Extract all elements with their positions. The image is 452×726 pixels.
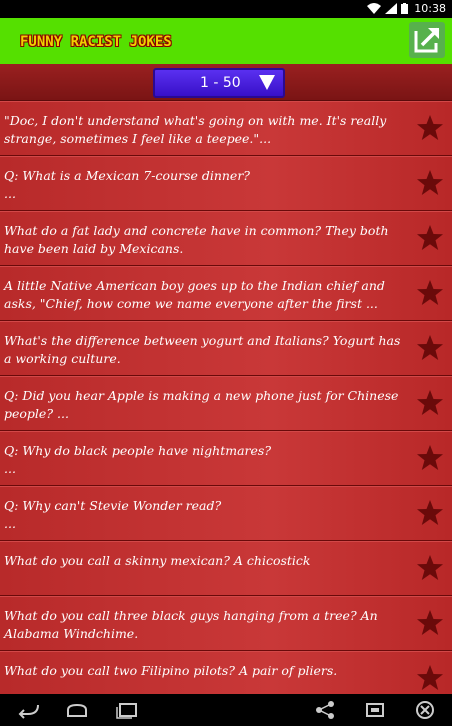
- cellular-icon: [385, 3, 397, 14]
- navigation-bar: [0, 694, 452, 726]
- joke-row[interactable]: Q: Did you hear Apple is making a new ph…: [0, 376, 452, 431]
- wifi-icon: [367, 3, 381, 14]
- star-icon[interactable]: [416, 279, 444, 307]
- joke-text: Q: What is a Mexican 7-course dinner? ..…: [4, 168, 251, 201]
- star-icon[interactable]: [416, 554, 444, 582]
- status-bar: 10:38: [0, 0, 452, 18]
- joke-text: "Doc, I don't understand what's going on…: [4, 113, 387, 146]
- star-icon[interactable]: [416, 389, 444, 417]
- joke-row[interactable]: What do you call two Filipino pilots? A …: [0, 651, 452, 694]
- joke-row[interactable]: Q: Why do black people have nightmares? …: [0, 431, 452, 486]
- joke-text: What do you call three black guys hangin…: [4, 608, 378, 641]
- joke-text: What's the difference between yogurt and…: [4, 333, 401, 366]
- joke-text: Q: Did you hear Apple is making a new ph…: [4, 388, 399, 421]
- joke-row[interactable]: What do you call a skinny mexican? A chi…: [0, 541, 452, 596]
- dropdown-arrow-icon: [259, 75, 275, 90]
- battery-icon: [401, 3, 408, 14]
- app-bar: FUNNY RACIST JOKES: [0, 18, 452, 64]
- joke-row[interactable]: Q: What is a Mexican 7-course dinner? ..…: [0, 156, 452, 211]
- star-icon[interactable]: [416, 224, 444, 252]
- recent-apps-icon[interactable]: [114, 700, 140, 720]
- joke-text: A little Native American boy goes up to …: [4, 278, 385, 311]
- app-title: FUNNY RACIST JOKES: [20, 34, 172, 50]
- star-icon[interactable]: [416, 664, 444, 692]
- joke-list: "Doc, I don't understand what's going on…: [0, 101, 452, 694]
- joke-row[interactable]: A little Native American boy goes up to …: [0, 266, 452, 321]
- status-time: 10:38: [414, 2, 446, 15]
- joke-row[interactable]: What's the difference between yogurt and…: [0, 321, 452, 376]
- signal-icons: [367, 3, 408, 14]
- joke-list-screen: 1 - 50 "Doc, I don't understand what's g…: [0, 64, 452, 694]
- star-icon[interactable]: [416, 499, 444, 527]
- star-icon[interactable]: [416, 169, 444, 197]
- close-icon[interactable]: [412, 700, 438, 720]
- joke-text: What do you call two Filipino pilots? A …: [4, 663, 338, 678]
- joke-text: Q: Why do black people have nightmares? …: [4, 443, 272, 476]
- star-icon[interactable]: [416, 334, 444, 362]
- star-icon[interactable]: [416, 609, 444, 637]
- range-toolbar: 1 - 50: [0, 64, 452, 101]
- star-icon[interactable]: [416, 114, 444, 142]
- joke-row[interactable]: What do you call three black guys hangin…: [0, 596, 452, 651]
- screen-mode-icon[interactable]: [362, 700, 388, 720]
- share-nav-icon[interactable]: [312, 700, 338, 720]
- star-icon[interactable]: [416, 444, 444, 472]
- joke-row[interactable]: What do a fat lady and concrete have in …: [0, 211, 452, 266]
- joke-row[interactable]: "Doc, I don't understand what's going on…: [0, 101, 452, 156]
- range-dropdown-value: 1 - 50: [200, 75, 241, 91]
- joke-text: What do you call a skinny mexican? A chi…: [4, 553, 311, 568]
- range-dropdown[interactable]: 1 - 50: [153, 68, 285, 98]
- joke-text: What do a fat lady and concrete have in …: [4, 223, 389, 256]
- back-icon[interactable]: [16, 700, 42, 720]
- joke-row[interactable]: Q: Why can't Stevie Wonder read? ...: [0, 486, 452, 541]
- home-icon[interactable]: [64, 700, 90, 720]
- joke-text: Q: Why can't Stevie Wonder read? ...: [4, 498, 222, 531]
- share-icon[interactable]: [408, 21, 446, 59]
